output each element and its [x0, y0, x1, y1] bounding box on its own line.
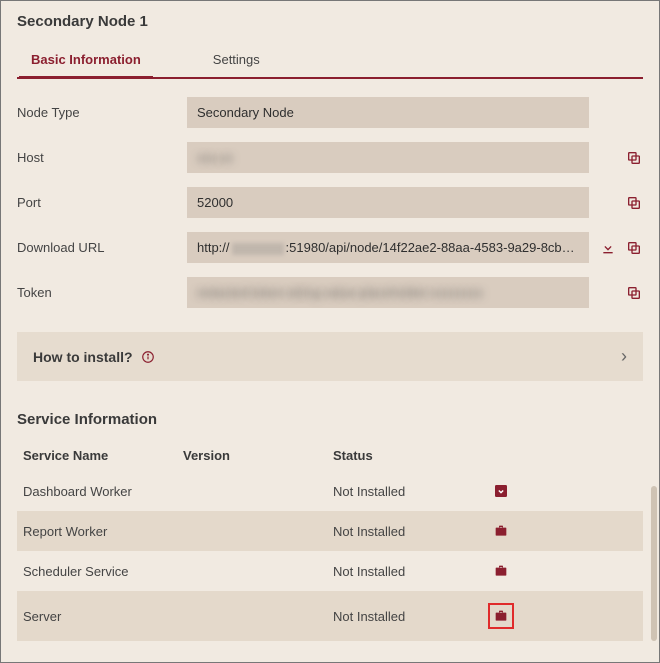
col-service-name: Service Name — [23, 448, 183, 463]
token-label: Token — [17, 285, 177, 300]
scrollbar[interactable] — [651, 486, 657, 641]
table-row: Scheduler Service Not Installed — [17, 551, 643, 591]
table-row: Report Worker Not Installed — [17, 511, 643, 551]
service-status: Not Installed — [333, 484, 493, 499]
node-type-value: Secondary Node — [187, 97, 589, 128]
service-information-title: Service Information — [17, 411, 643, 428]
accordion-title: How to install? — [33, 349, 133, 365]
info-icon — [141, 350, 155, 364]
col-version: Version — [183, 448, 333, 463]
download-url-redacted — [232, 243, 284, 255]
table-row: Dashboard Worker Not Installed — [17, 471, 643, 511]
download-url-label: Download URL — [17, 240, 177, 255]
how-to-install-accordion[interactable]: How to install? › — [17, 332, 643, 381]
token-value: redacted-token-string-value-placeholder-… — [187, 277, 589, 308]
download-square-icon[interactable] — [493, 483, 509, 499]
page-title: Secondary Node 1 — [17, 13, 643, 30]
service-status: Not Installed — [333, 609, 493, 624]
form-basic-info: Node Type Secondary Node Host xxx.xx Por… — [17, 97, 643, 308]
chevron-right-icon: › — [621, 346, 627, 367]
service-table: Service Name Version Status Dashboard Wo… — [17, 440, 643, 641]
service-status: Not Installed — [333, 564, 493, 579]
copy-icon[interactable] — [625, 284, 643, 302]
service-status: Not Installed — [333, 524, 493, 539]
host-label: Host — [17, 150, 177, 165]
port-value: 52000 — [187, 187, 589, 218]
download-icon[interactable] — [599, 239, 617, 257]
download-url-suffix: :51980/api/node/14f22ae2-88aa-4583-9a29-… — [286, 240, 589, 255]
service-name: Dashboard Worker — [23, 484, 183, 499]
tabs: Basic Information Settings — [17, 44, 643, 79]
download-url-prefix: http:// — [197, 240, 230, 255]
tab-settings[interactable]: Settings — [207, 44, 266, 77]
node-type-label: Node Type — [17, 105, 177, 120]
host-value: xxx.xx — [187, 142, 589, 173]
col-status: Status — [333, 448, 493, 463]
copy-icon[interactable] — [625, 194, 643, 212]
copy-icon[interactable] — [625, 149, 643, 167]
briefcase-icon[interactable] — [488, 603, 514, 629]
table-header: Service Name Version Status — [17, 440, 643, 471]
copy-icon[interactable] — [625, 239, 643, 257]
service-name: Report Worker — [23, 524, 183, 539]
service-name: Scheduler Service — [23, 564, 183, 579]
port-label: Port — [17, 195, 177, 210]
table-row: Server Not Installed — [17, 591, 643, 641]
tab-basic-information[interactable]: Basic Information — [25, 44, 147, 77]
briefcase-icon[interactable] — [493, 523, 509, 539]
service-name: Server — [23, 609, 183, 624]
briefcase-icon[interactable] — [493, 563, 509, 579]
download-url-value: http:// :51980/api/node/14f22ae2-88aa-458… — [187, 232, 589, 263]
